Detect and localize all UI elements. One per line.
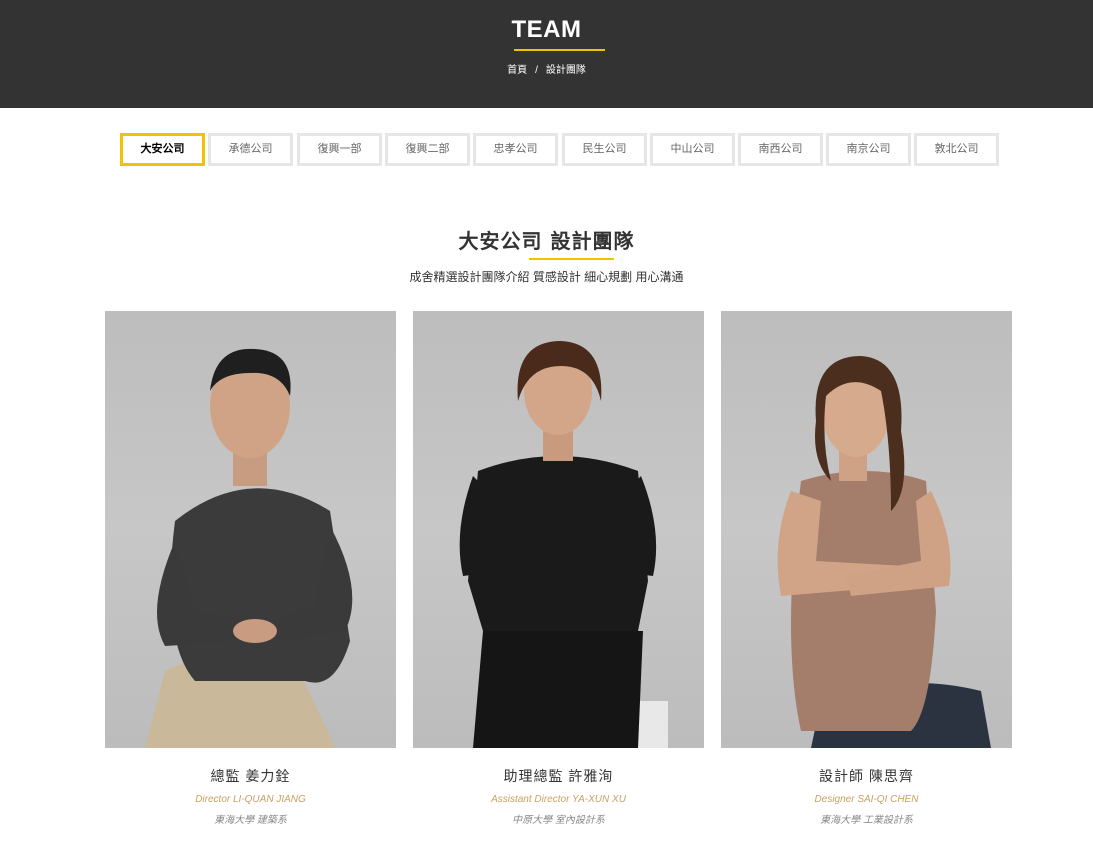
portrait-man-illustration [145, 348, 353, 748]
tab-fuxing-2[interactable]: 復興二部 [385, 133, 470, 166]
company-tabs: 大安公司 承德公司 復興一部 復興二部 忠孝公司 民生公司 中山公司 南西公司 … [120, 133, 1000, 166]
tab-zhongxiao[interactable]: 忠孝公司 [473, 133, 558, 166]
member-photo [105, 311, 396, 748]
team-member-card[interactable]: 設計師 陳思齊 Designer SAI-QI CHEN 東海大學 工業設計系 [721, 311, 1012, 826]
section-title: 大安公司 設計團隊 [458, 229, 635, 253]
portrait-woman-illustration [459, 341, 668, 748]
breadcrumb: 首頁 / 設計團隊 [0, 61, 1093, 76]
tab-chengde[interactable]: 承德公司 [208, 133, 293, 166]
member-school: 東海大學 建築系 [214, 815, 287, 826]
tab-nanjing[interactable]: 南京公司 [826, 133, 911, 166]
breadcrumb-home-link[interactable]: 首頁 [507, 61, 527, 76]
tab-dunbei[interactable]: 敦北公司 [914, 133, 999, 166]
page-title: TEAM [511, 16, 582, 43]
section-underline [529, 258, 614, 260]
member-school: 東海大學 工業設計系 [820, 815, 913, 826]
tab-minsheng[interactable]: 民生公司 [562, 133, 647, 166]
member-title-en: Designer SAI-QI CHEN [814, 794, 919, 805]
team-member-card[interactable]: 總監 姜力銓 Director LI-QUAN JIANG 東海大學 建築系 [105, 311, 396, 826]
breadcrumb-separator: / [535, 65, 538, 76]
member-name: 總監 姜力銓 [210, 768, 291, 784]
member-school: 中原大學 室內設計系 [512, 815, 605, 826]
member-title-en: Director LI-QUAN JIANG [195, 794, 306, 805]
tab-zhongshan[interactable]: 中山公司 [650, 133, 735, 166]
member-photo [721, 311, 1012, 748]
tab-fuxing-1[interactable]: 復興一部 [297, 133, 382, 166]
team-member-card[interactable]: 助理總監 許雅洵 Assistant Director YA-XUN XU 中原… [413, 311, 704, 826]
title-underline [514, 49, 605, 51]
portrait-woman-illustration [777, 356, 991, 748]
tab-daan[interactable]: 大安公司 [120, 133, 205, 166]
breadcrumb-current: 設計團隊 [545, 65, 586, 76]
member-photo [413, 311, 704, 748]
member-title-en: Assistant Director YA-XUN XU [491, 794, 626, 805]
member-name: 設計師 陳思齊 [819, 768, 914, 784]
member-name: 助理總監 許雅洵 [503, 768, 614, 784]
page-header: TEAM 首頁 / 設計團隊 [0, 0, 1093, 108]
tab-nanxi[interactable]: 南西公司 [738, 133, 823, 166]
section-subtitle: 成舍精選設計團隊介紹 質感設計 細心規劃 用心溝通 [409, 270, 684, 284]
